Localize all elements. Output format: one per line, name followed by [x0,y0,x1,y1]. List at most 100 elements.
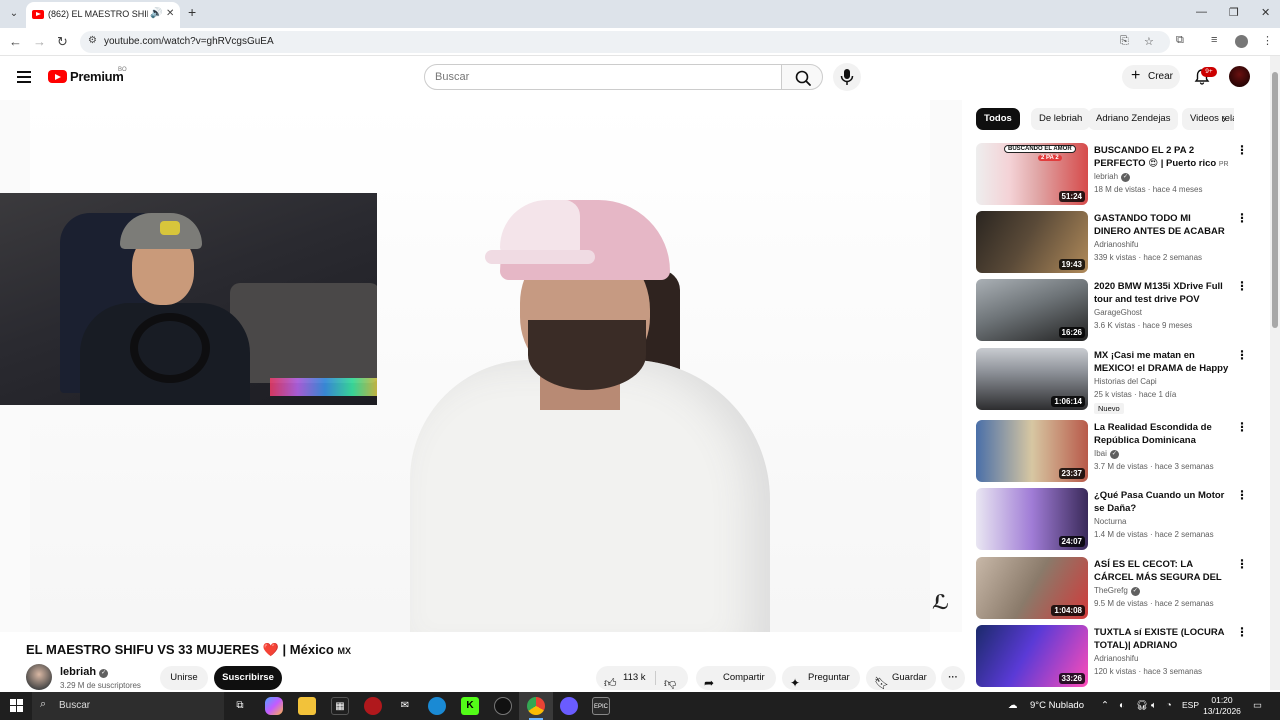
subscribe-button[interactable]: Suscribirse [214,666,282,690]
browser-menu-icon[interactable]: ⋮ [1262,34,1273,47]
more-options-icon[interactable]: ⋮ [1236,211,1248,225]
more-actions-icon[interactable]: ··· [941,666,965,690]
channel-avatar[interactable] [26,664,52,690]
recommendation-channel-name[interactable]: TheGrefg [1094,586,1128,595]
chevron-up-icon[interactable]: ⌃ [1101,700,1109,711]
recommendation-item[interactable]: 1:06:14 MX ¡Casi me matan en MEXICO! el D… [976,348,1248,414]
recommendation-channel[interactable]: Nocturna [1094,517,1126,526]
filter-chip[interactable]: Adriano Zendejas [1088,108,1179,130]
headset-icon[interactable]: 🎧︎ [1136,700,1148,711]
more-options-icon[interactable]: ⋮ [1236,625,1248,639]
recommendation-item[interactable]: 1:04:08 ASÍ ES EL CECOT: LA CÁRCEL MÁS SE… [976,557,1248,621]
menu-icon[interactable] [17,71,31,83]
taskbar-search[interactable]: ⌕ Buscar [32,692,224,720]
weather-label[interactable]: 9°C Nublado [1030,700,1084,711]
close-tab-icon[interactable]: ✕ [166,8,174,19]
url-text[interactable]: youtube.com/watch?v=ghRVcgsGuEA [104,36,274,47]
recommendation-channel[interactable]: lebriah ✓ [1094,172,1131,182]
recommendation-title-text[interactable]: ¿Qué Pasa Cuando un Motor se Daña? [1094,490,1224,514]
recommendation-channel[interactable]: Historias del Capi [1094,377,1157,386]
recommendation-thumbnail[interactable]: BUSCANDO EL AMOR 2 PA 2 51:24 [976,143,1088,205]
tray-app-icon[interactable]: ◐ [1119,700,1125,711]
recommendation-title-text[interactable]: MX ¡Casi me matan en MEXICO! el DRAMA de… [1094,350,1228,375]
recommendation-channel-name[interactable]: Historias del Capi [1094,377,1157,386]
site-info-icon[interactable]: ⚙ [88,35,97,46]
user-avatar[interactable] [1229,66,1250,87]
store-icon[interactable]: ▦ [331,697,349,715]
recommendation-item[interactable]: 33:26 TUXTLA sí EXISTE (LOCURA TOTAL)| AD… [976,625,1248,689]
recommendation-thumbnail[interactable]: 16:26 [976,279,1088,341]
video-player[interactable] [0,100,962,632]
forward-icon[interactable]: → [33,34,46,49]
recommendation-title[interactable]: 2020 BMW M135i XDrive Full tour and test… [1094,280,1230,306]
save-button[interactable]: 🔖︎ Guardar [866,666,936,690]
mail-icon[interactable]: ✉ [396,697,414,715]
recommendation-thumbnail[interactable]: 1:06:14 [976,348,1088,410]
voice-search-button[interactable] [833,63,861,91]
reload-icon[interactable]: ↻ [57,34,68,50]
recommendation-title-text[interactable]: BUSCANDO EL 2 PA 2 PERFECTO 😍 | Puerto r… [1094,145,1216,169]
more-options-icon[interactable]: ⋮ [1236,279,1248,293]
edge-icon[interactable] [428,697,446,715]
recommendation-title[interactable]: BUSCANDO EL 2 PA 2 PERFECTO 😍 | Puerto r… [1094,144,1230,170]
audio-playing-icon[interactable]: 🔊 [150,8,162,19]
filter-chip[interactable]: Videos relacionados [1182,108,1234,130]
app-red-icon[interactable] [364,697,382,715]
recommendation-title[interactable]: MX ¡Casi me matan en MEXICO! el DRAMA de… [1094,349,1230,375]
recommendation-channel[interactable]: Adrianoshifu [1094,654,1138,663]
discord-icon[interactable] [560,697,578,715]
more-options-icon[interactable]: ⋮ [1236,488,1248,502]
recommendation-title[interactable]: La Realidad Escondida de República Domin… [1094,421,1230,447]
extensions-icon[interactable]: ⧉ [1176,34,1184,47]
recommendation-channel[interactable]: Adrianoshifu [1094,240,1138,249]
recommendation-channel[interactable]: GarageGhost [1094,308,1142,317]
epic-games-icon[interactable]: EPIC [592,697,610,715]
recommendation-title-text[interactable]: La Realidad Escondida de República Domin… [1094,422,1212,446]
recommendation-channel-name[interactable]: Adrianoshifu [1094,654,1138,663]
recommendation-thumbnail[interactable]: 1:04:08 [976,557,1088,619]
browser-tab[interactable]: (862) EL MAESTRO SHIFU VS 33 MUJERES 🔊 ✕ [26,2,180,28]
clock[interactable]: 01:20 13/1/2026 [1201,695,1243,717]
bookmark-star-icon[interactable]: ☆ [1144,35,1154,48]
steam-icon[interactable] [494,697,512,715]
filter-chip[interactable]: Todos [976,108,1020,130]
recommendation-title-text[interactable]: 2020 BMW M135i XDrive Full tour and test… [1094,281,1223,306]
recommendation-channel-name[interactable]: GarageGhost [1094,308,1142,317]
recommendation-title-text[interactable]: GASTANDO TODO MI DINERO ANTES DE ACABAR … [1094,213,1225,238]
recommendation-channel[interactable]: Ibai ✓ [1094,449,1119,459]
back-icon[interactable]: ← [9,34,22,49]
share-button[interactable]: ➦ Compartir [696,666,776,690]
url-bar[interactable]: ⚙ youtube.com/watch?v=ghRVcgsGuEA ⎘ ☆ [80,31,1170,53]
recommendation-thumbnail[interactable]: 33:26 [976,625,1088,687]
chevron-right-icon[interactable]: › [1222,112,1226,126]
more-options-icon[interactable]: ⋮ [1236,143,1248,157]
search-button[interactable] [781,64,823,90]
search-input[interactable] [424,64,782,90]
recommendation-title[interactable]: ¿Qué Pasa Cuando un Motor se Daña? [1094,489,1230,515]
network-icon[interactable]: ◔ [1166,700,1172,711]
recommendation-item[interactable]: 16:26 2020 BMW M135i XDrive Full tour and… [976,279,1248,343]
windows-start-icon[interactable] [10,699,24,713]
scrollbar-thumb[interactable] [1272,72,1278,328]
recommendation-item[interactable]: BUSCANDO EL AMOR 2 PA 2 51:24 BUSCANDO EL 2… [976,143,1248,207]
recommendation-thumbnail[interactable]: 24:07 [976,488,1088,550]
recommendation-channel-name[interactable]: Nocturna [1094,517,1126,526]
more-options-icon[interactable]: ⋮ [1236,420,1248,434]
create-button[interactable]: + Crear [1122,65,1180,89]
close-window-icon[interactable]: ✕ [1261,6,1270,19]
file-explorer-icon[interactable] [298,697,316,715]
recommendation-title[interactable]: ASÍ ES EL CECOT: LA CÁRCEL MÁS SEGURA DE… [1094,558,1230,584]
channel-name-row[interactable]: lebriah ✓ [60,666,109,678]
channel-watermark-icon[interactable]: ℒ [932,590,949,615]
minimize-icon[interactable]: — [1196,6,1207,18]
reading-list-icon[interactable]: ≡ [1211,34,1217,46]
tab-search-icon[interactable]: ⌄ [6,6,22,22]
recommendation-item[interactable]: 19:43 GASTANDO TODO MI DINERO ANTES DE AC… [976,211,1248,275]
recommendation-channel-name[interactable]: Adrianoshifu [1094,240,1138,249]
more-options-icon[interactable]: ⋮ [1236,348,1248,362]
filter-chip[interactable]: De lebriah [1031,108,1091,130]
recommendation-title-text[interactable]: TUXTLA sí EXISTE (LOCURA TOTAL)| ADRIANO… [1094,627,1224,652]
cast-icon[interactable]: ⎘ [1120,35,1129,48]
kick-icon[interactable]: K [461,697,479,715]
new-tab-icon[interactable]: + [188,4,196,20]
